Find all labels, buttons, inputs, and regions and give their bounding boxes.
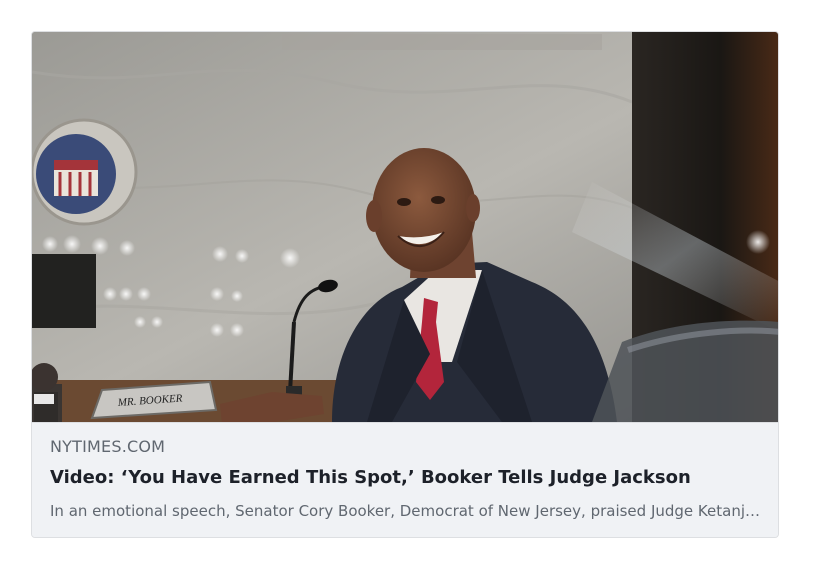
link-preview-card[interactable]: MR. BOOKER NYTIMES.COM Video: ‘You Have … [31,31,779,538]
link-preview-meta[interactable]: NYTIMES.COM Video: ‘You Have Earned This… [32,422,778,537]
link-description: In an emotional speech, Senator Cory Boo… [50,502,762,520]
link-headline[interactable]: Video: ‘You Have Earned This Spot,’ Book… [50,467,762,488]
link-preview-image[interactable]: MR. BOOKER [32,32,778,422]
link-domain: NYTIMES.COM [50,437,166,456]
hearing-photo: MR. BOOKER [32,32,778,422]
senate-seal-icon [32,118,138,226]
